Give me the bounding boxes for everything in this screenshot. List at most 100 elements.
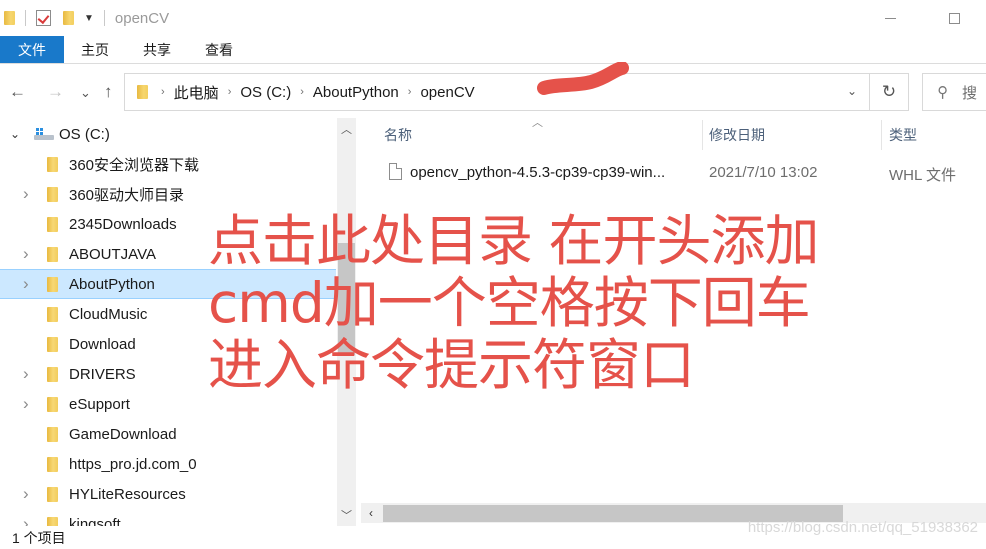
chevron-down-icon[interactable]: ⌄ — [10, 127, 20, 141]
folder-icon — [47, 396, 58, 412]
tree-label: 360驱动大师目录 — [69, 186, 185, 204]
chevron-right-icon[interactable]: › — [23, 394, 29, 414]
address-dropdown-icon[interactable]: ⌄ — [847, 84, 857, 98]
refresh-icon: ↻ — [881, 82, 897, 101]
column-header-type[interactable]: 类型 — [889, 118, 917, 152]
folder-icon — [47, 156, 58, 172]
column-divider[interactable] — [881, 120, 882, 150]
file-name: opencv_python-4.5.3-cp39-cp39-win... — [410, 164, 666, 181]
tree-item[interactable]: › 360驱动大师目录 — [0, 179, 336, 209]
tree-label: AboutPython — [69, 275, 155, 293]
breadcrumb-opencv[interactable]: openCV — [420, 84, 474, 101]
tree-label: kingsoft — [69, 515, 121, 527]
search-icon: ⚲ — [937, 84, 948, 101]
chevron-right-icon[interactable]: › — [300, 86, 304, 98]
file-type: WHL 文件 — [889, 167, 956, 184]
tab-share[interactable]: 共享 — [126, 36, 188, 63]
folder-icon — [47, 276, 58, 292]
annotation-line: cmd加一个空格按下回车 — [208, 271, 811, 335]
customize-dropdown-icon[interactable]: ▼ — [84, 13, 94, 24]
annotation-line: 点击此处目录 在开头添加 — [208, 209, 819, 273]
search-placeholder: 搜 — [962, 84, 978, 102]
chevron-right-icon[interactable]: › — [23, 484, 29, 504]
properties-icon[interactable] — [36, 10, 51, 26]
instruction-annotation: 点击此处目录 在开头添加 cmd加一个空格按下回车 进入命令提示符窗口 — [208, 209, 819, 397]
tree-label: DRIVERS — [69, 365, 136, 383]
file-icon — [389, 163, 402, 180]
folder-icon — [47, 426, 58, 442]
folder-icon — [47, 456, 58, 472]
new-folder-icon[interactable] — [63, 11, 74, 25]
tree-label: 360安全浏览器下载 — [69, 156, 200, 174]
address-bar[interactable]: › 此电脑 › OS (C:) › AboutPython › openCV ⌄ — [124, 73, 870, 111]
chevron-right-icon[interactable]: › — [228, 86, 232, 98]
breadcrumb-aboutpython[interactable]: AboutPython — [313, 84, 399, 101]
folder-icon — [47, 186, 58, 202]
chevron-right-icon[interactable]: › — [23, 364, 29, 384]
tree-label: 2345Downloads — [69, 215, 177, 233]
tree-label: GameDownload — [69, 425, 177, 443]
window-title: openCV — [114, 9, 170, 27]
tree-item[interactable]: https_pro.jd.com_0 — [0, 449, 336, 479]
maximize-button[interactable] — [922, 0, 986, 36]
file-row[interactable]: opencv_python-4.5.3-cp39-cp39-win... 202… — [372, 158, 986, 188]
watermark: https://blog.csdn.net/qq_51938362 — [747, 519, 978, 536]
tree-item[interactable]: 360安全浏览器下载 — [0, 149, 336, 179]
column-header-name[interactable]: 名称 — [384, 118, 412, 152]
forward-button[interactable]: → — [47, 82, 64, 102]
tree-item[interactable]: GameDownload — [0, 419, 336, 449]
folder-icon — [4, 11, 15, 25]
chevron-right-icon[interactable]: › — [23, 184, 29, 204]
folder-icon — [47, 336, 58, 352]
folder-icon — [47, 306, 58, 322]
column-divider[interactable] — [702, 120, 703, 150]
navigation-bar: ← → ⌄ ↑ › 此电脑 › OS (C:) › AboutPython › … — [0, 70, 986, 116]
title-bar: ▼ openCV — [0, 0, 986, 36]
chevron-right-icon[interactable]: › — [23, 514, 29, 526]
column-header-modified[interactable]: 修改日期 — [709, 118, 765, 152]
minimize-button[interactable] — [858, 0, 922, 36]
tab-file[interactable]: 文件 — [0, 36, 64, 63]
chevron-right-icon[interactable]: › — [23, 274, 29, 294]
folder-icon — [47, 486, 58, 502]
tree-label: Download — [69, 335, 136, 353]
breadcrumb-drive[interactable]: OS (C:) — [240, 84, 291, 101]
scroll-left-icon[interactable]: ‹ — [361, 503, 381, 523]
tree-item[interactable]: › HYLiteResources — [0, 479, 336, 509]
search-box[interactable]: ⚲ 搜 — [922, 73, 986, 111]
ribbon-tabs: 文件 主页 共享 查看 — [0, 36, 986, 64]
item-count: 1 个项目 — [12, 529, 66, 546]
drive-icon — [34, 128, 54, 140]
tree-label: OS (C:) — [59, 125, 110, 143]
tree-item-drive[interactable]: ⌄ OS (C:) — [0, 119, 336, 149]
tree-item[interactable]: › kingsoft — [0, 509, 336, 526]
scroll-down-icon[interactable]: ﹀ — [337, 506, 356, 524]
chevron-right-icon[interactable]: › — [161, 86, 165, 98]
scroll-up-icon[interactable]: ︿ — [337, 120, 356, 138]
tree-label: https_pro.jd.com_0 — [69, 455, 197, 473]
tab-home[interactable]: 主页 — [64, 36, 126, 63]
chevron-right-icon[interactable]: › — [23, 244, 29, 264]
redaction-scribble — [537, 62, 629, 95]
file-modified-date: 2021/7/10 13:02 — [709, 164, 818, 181]
divider — [25, 10, 26, 26]
annotation-line: 进入命令提示符窗口 — [208, 333, 695, 397]
maximize-icon — [948, 12, 960, 24]
up-button[interactable]: ↑ — [104, 82, 113, 102]
folder-icon — [47, 516, 58, 526]
folder-icon — [137, 85, 148, 99]
breadcrumb-this-pc[interactable]: 此电脑 — [174, 82, 219, 103]
minimize-icon — [884, 17, 896, 19]
back-button[interactable]: ← — [9, 82, 26, 102]
folder-icon — [47, 246, 58, 262]
tab-view[interactable]: 查看 — [188, 36, 250, 63]
sort-ascending-icon: ︿ — [532, 117, 543, 129]
recent-locations-button[interactable]: ⌄ — [80, 83, 91, 103]
tree-label: eSupport — [69, 395, 130, 413]
folder-icon — [47, 216, 58, 232]
chevron-right-icon[interactable]: › — [408, 86, 412, 98]
refresh-button[interactable]: ↻ — [870, 73, 909, 111]
divider — [103, 10, 105, 26]
tree-label: ABOUTJAVA — [69, 245, 156, 263]
quick-access-toolbar: ▼ openCV — [0, 0, 169, 36]
